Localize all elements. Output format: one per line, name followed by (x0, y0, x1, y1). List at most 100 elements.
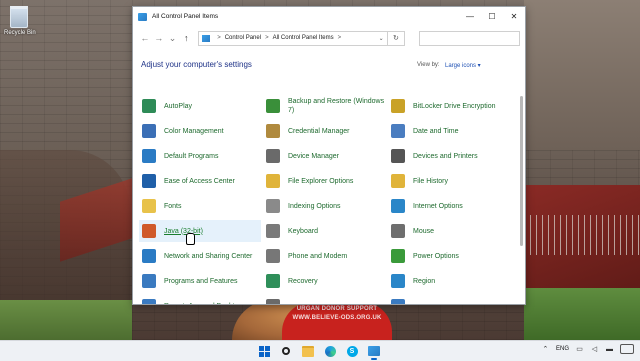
control-panel-item[interactable]: Date and Time (388, 120, 510, 142)
partial-item-icon (266, 299, 280, 304)
forward-button[interactable]: → (152, 33, 166, 43)
control-panel-item[interactable]: Keyboard (263, 220, 385, 242)
minimize-button[interactable]: — (459, 7, 481, 26)
default-programs-icon (142, 149, 156, 163)
control-panel-item-label: File Explorer Options (288, 177, 354, 185)
control-panel-item[interactable]: RemoteApp and Desktop (139, 295, 261, 304)
hand-cursor-icon (186, 233, 195, 245)
control-panel-item[interactable]: Recovery (263, 270, 385, 292)
search-input[interactable] (419, 30, 520, 46)
taskbar-file-explorer-button[interactable] (300, 343, 316, 359)
window-title: All Control Panel Items (152, 13, 219, 20)
control-panel-item-label: Java (32-bit) (164, 227, 203, 235)
control-panel-item[interactable]: Fonts (139, 195, 261, 217)
fonts-icon (142, 199, 156, 213)
recent-locations-button[interactable]: ⌄ (166, 33, 180, 44)
control-panel-item[interactable]: BitLocker Drive Encryption (388, 95, 510, 117)
bitlocker-icon (391, 99, 405, 113)
partial-item-icon (391, 299, 405, 304)
control-panel-item[interactable]: Device Manager (263, 145, 385, 167)
taskbar-skype-button[interactable]: S (344, 343, 360, 359)
recycle-bin-shortcut[interactable]: Recycle Bin (4, 6, 36, 36)
wallpaper-railing (524, 215, 640, 255)
date-time-icon (391, 124, 405, 138)
taskbar-control-panel-button[interactable] (366, 343, 382, 360)
view-by-dropdown[interactable]: Large icons ▾ (445, 62, 481, 69)
control-panel-item[interactable]: File History (388, 170, 510, 192)
control-panel-window: All Control Panel Items — ☐ ✕ ← → ⌄ ↑ > … (132, 6, 526, 305)
control-panel-item[interactable]: Color Management (139, 120, 261, 142)
title-bar[interactable]: All Control Panel Items — ☐ ✕ (133, 7, 525, 26)
control-panel-item[interactable]: Indexing Options (263, 195, 385, 217)
refresh-button[interactable]: ↻ (387, 30, 406, 46)
control-panel-item[interactable]: Backup and Restore (Windows 7) (263, 95, 385, 117)
breadcrumb-control-panel[interactable]: Control Panel (225, 35, 261, 41)
region-icon (391, 274, 405, 288)
control-panel-icon (138, 12, 147, 21)
control-panel-item[interactable] (263, 295, 385, 304)
control-panel-item-label: Indexing Options (288, 202, 341, 210)
address-control-panel-icon (202, 34, 211, 42)
phone-modem-icon (266, 249, 280, 263)
control-panel-item-label: Programs and Features (164, 277, 238, 285)
control-panel-item-label: Ease of Access Center (164, 177, 235, 185)
control-panel-item[interactable]: Mouse (388, 220, 510, 242)
chevron-up-icon[interactable]: ⌃ (541, 345, 550, 353)
control-panel-item[interactable]: Region (388, 270, 510, 292)
control-panel-item[interactable]: Default Programs (139, 145, 261, 167)
java-icon (142, 224, 156, 238)
recovery-icon (266, 274, 280, 288)
control-panel-item[interactable]: File Explorer Options (263, 170, 385, 192)
vertical-scrollbar[interactable] (520, 92, 523, 302)
battery-icon[interactable]: ▬ (605, 345, 614, 353)
control-panel-item[interactable]: AutoPlay (139, 95, 261, 117)
file-explorer-icon (302, 345, 314, 357)
file-explorer-options-icon (266, 174, 280, 188)
address-dropdown-icon[interactable]: ⌄ (379, 35, 384, 42)
control-panel-item[interactable]: Devices and Printers (388, 145, 510, 167)
indexing-options-icon (266, 199, 280, 213)
close-button[interactable]: ✕ (503, 7, 525, 26)
maximize-button[interactable]: ☐ (481, 7, 503, 26)
control-panel-item[interactable]: Internet Options (388, 195, 510, 217)
network-icon[interactable]: ▭ (575, 345, 584, 353)
taskbar: S ⌃ ENG ▭ ◁ ▬ (0, 340, 640, 361)
control-panel-item[interactable]: Credential Manager (263, 120, 385, 142)
address-bar[interactable]: > Control Panel > All Control Panel Item… (198, 30, 388, 46)
taskbar-windows-start-button[interactable] (256, 343, 272, 359)
breadcrumb-all-items[interactable]: All Control Panel Items (273, 35, 334, 41)
control-panel-item-label: Fonts (164, 202, 182, 210)
control-panel-item-label: Recovery (288, 277, 318, 285)
volume-icon[interactable]: ◁ (590, 345, 599, 353)
control-panel-item[interactable]: Ease of Access Center (139, 170, 261, 192)
back-button[interactable]: ← (138, 33, 152, 43)
breadcrumb-separator: > (337, 35, 342, 41)
control-panel-item[interactable] (388, 295, 510, 304)
shirt-text-1: URGAN DONOR SUPPORT (296, 306, 378, 312)
taskbar-edge-browser-button[interactable] (322, 343, 338, 359)
control-panel-item-label: AutoPlay (164, 102, 193, 110)
language-indicator[interactable]: ENG (556, 346, 569, 352)
programs-features-icon (142, 274, 156, 288)
wallpaper-tower-area (524, 0, 640, 150)
control-panel-items: AutoPlay Backup and Restore (Windows 7) Bi… (139, 92, 517, 304)
control-panel-item[interactable]: Power Options (388, 245, 510, 267)
notification-icon[interactable] (620, 344, 634, 354)
control-panel-item[interactable]: Programs and Features (139, 270, 261, 292)
control-panel-item-label: Device Manager (288, 152, 339, 160)
taskbar-search-button[interactable] (278, 343, 294, 359)
mouse-icon (391, 224, 405, 238)
control-panel-item[interactable]: Java (32-bit) (139, 220, 261, 242)
control-panel-item[interactable]: Network and Sharing Center (139, 245, 261, 267)
scrollbar-thumb[interactable] (520, 96, 523, 246)
recycle-bin-label: Recycle Bin (4, 30, 36, 36)
device-manager-icon (266, 149, 280, 163)
keyboard-icon (266, 224, 280, 238)
search-icon (282, 347, 290, 355)
devices-printers-icon (391, 149, 405, 163)
control-panel-item[interactable]: Phone and Modem (263, 245, 385, 267)
up-button[interactable]: ↑ (179, 33, 193, 43)
control-panel-item-label: Power Options (413, 252, 459, 260)
remoteapp-icon (142, 299, 156, 304)
content-header: Adjust your computer's settings View by:… (133, 50, 525, 80)
